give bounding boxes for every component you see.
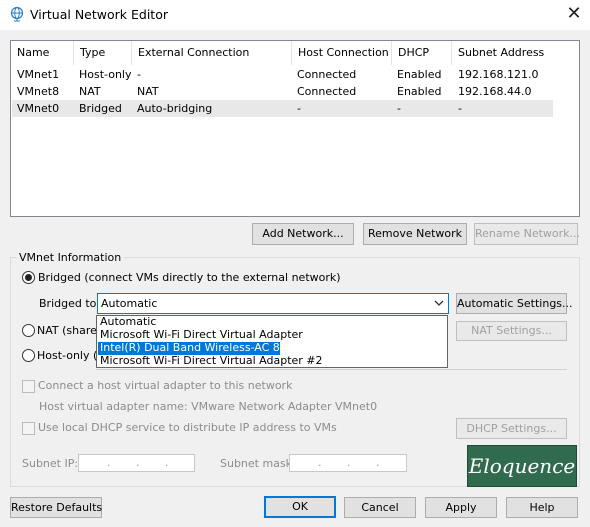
use-dhcp-checkbox[interactable] <box>22 422 35 435</box>
column-header-host[interactable]: Host Connection <box>292 41 392 65</box>
cell-host: - <box>297 102 301 115</box>
column-header-dhcp[interactable]: DHCP <box>392 41 452 65</box>
cell-external: NAT <box>137 85 159 98</box>
rename-network-button[interactable]: Rename Network... <box>474 223 580 245</box>
ip-dot: . <box>318 456 322 469</box>
cell-dhcp: - <box>397 102 401 115</box>
cell-dhcp: Enabled <box>397 68 442 81</box>
cell-host: Connected <box>297 68 357 81</box>
help-button[interactable]: Help <box>506 497 578 518</box>
bridged-to-dropdown-list[interactable]: Automatic Microsoft Wi-Fi Direct Virtual… <box>96 315 448 368</box>
ip-dot: . <box>376 456 380 469</box>
bridged-to-label: Bridged to: <box>39 297 101 310</box>
use-dhcp-label[interactable]: Use local DHCP service to distribute IP … <box>38 421 337 434</box>
cell-subnet: - <box>458 102 462 115</box>
cell-type: Bridged <box>79 102 122 115</box>
bridged-label[interactable]: Bridged (connect VMs directly to the ext… <box>38 271 341 284</box>
divider <box>96 369 567 370</box>
column-header-name[interactable]: Name <box>11 41 74 65</box>
cell-subnet: 192.168.44.0 <box>458 85 532 98</box>
ip-dot: . <box>165 456 169 469</box>
connect-host-adapter-label[interactable]: Connect a host virtual adapter to this n… <box>38 379 292 392</box>
cell-name: VMnet1 <box>17 68 60 81</box>
dhcp-settings-button[interactable]: DHCP Settings... <box>456 418 567 439</box>
host-adapter-name: Host virtual adapter name: VMware Networ… <box>39 400 378 413</box>
host-only-radio[interactable] <box>22 349 35 362</box>
column-header-subnet[interactable]: Subnet Address <box>452 41 552 65</box>
ok-button[interactable]: OK <box>264 496 336 518</box>
add-network-button[interactable]: Add Network... <box>252 223 354 245</box>
watermark-logo: Eloquence <box>467 445 577 487</box>
automatic-settings-button[interactable]: Automatic Settings... <box>456 293 573 314</box>
host-only-label[interactable]: Host-only (c <box>37 349 103 362</box>
nat-radio[interactable] <box>22 324 35 337</box>
cell-type: NAT <box>79 85 101 98</box>
restore-defaults-button[interactable]: Restore Defaults <box>10 497 102 518</box>
window-title: Virtual Network Editor <box>30 7 168 22</box>
cell-subnet: 192.168.121.0 <box>458 68 539 81</box>
table-row[interactable]: VMnet1 Host-only - Connected Enabled 192… <box>12 66 553 83</box>
cell-host: Connected <box>297 85 357 98</box>
ip-dot: . <box>347 456 351 469</box>
subnet-ip-label: Subnet IP: <box>22 457 79 470</box>
cell-external: - <box>137 68 141 81</box>
cancel-button[interactable]: Cancel <box>344 497 416 518</box>
column-header-external[interactable]: External Connection <box>132 41 292 65</box>
connect-host-adapter-checkbox[interactable] <box>22 380 35 393</box>
cell-type: Host-only <box>79 68 132 81</box>
subnet-mask-label: Subnet mask: <box>220 457 296 470</box>
nat-label[interactable]: NAT (shared <box>37 324 104 337</box>
bridged-to-select[interactable]: Automatic <box>97 293 449 314</box>
ip-dot: . <box>136 456 140 469</box>
subnet-ip-input[interactable]: . . . <box>78 454 195 472</box>
remove-network-button[interactable]: Remove Network <box>363 223 467 245</box>
network-list[interactable]: Name Type External Connection Host Conne… <box>10 40 580 217</box>
vmnet-info-label: VMnet Information <box>16 251 125 264</box>
column-header-type[interactable]: Type <box>74 41 132 65</box>
bridged-radio[interactable] <box>22 271 35 284</box>
table-row[interactable]: VMnet8 NAT NAT Connected Enabled 192.168… <box>12 83 553 100</box>
network-globe-icon <box>10 6 24 22</box>
cell-external: Auto-bridging <box>137 102 213 115</box>
dropdown-option[interactable]: Microsoft Wi-Fi Direct Virtual Adapter #… <box>98 355 446 368</box>
table-row-selected[interactable]: VMnet0 Bridged Auto-bridging - - - <box>12 100 553 117</box>
ip-dot: . <box>107 456 111 469</box>
cell-dhcp: Enabled <box>397 85 442 98</box>
cell-name: VMnet0 <box>17 102 60 115</box>
nat-settings-button[interactable]: NAT Settings... <box>456 321 567 341</box>
apply-button[interactable]: Apply <box>425 497 497 518</box>
cell-name: VMnet8 <box>17 85 60 98</box>
close-icon[interactable]: ✕ <box>563 4 585 24</box>
bridged-to-value: Automatic <box>101 297 158 310</box>
subnet-mask-input[interactable]: . . . <box>289 454 407 472</box>
chevron-down-icon <box>434 300 444 306</box>
